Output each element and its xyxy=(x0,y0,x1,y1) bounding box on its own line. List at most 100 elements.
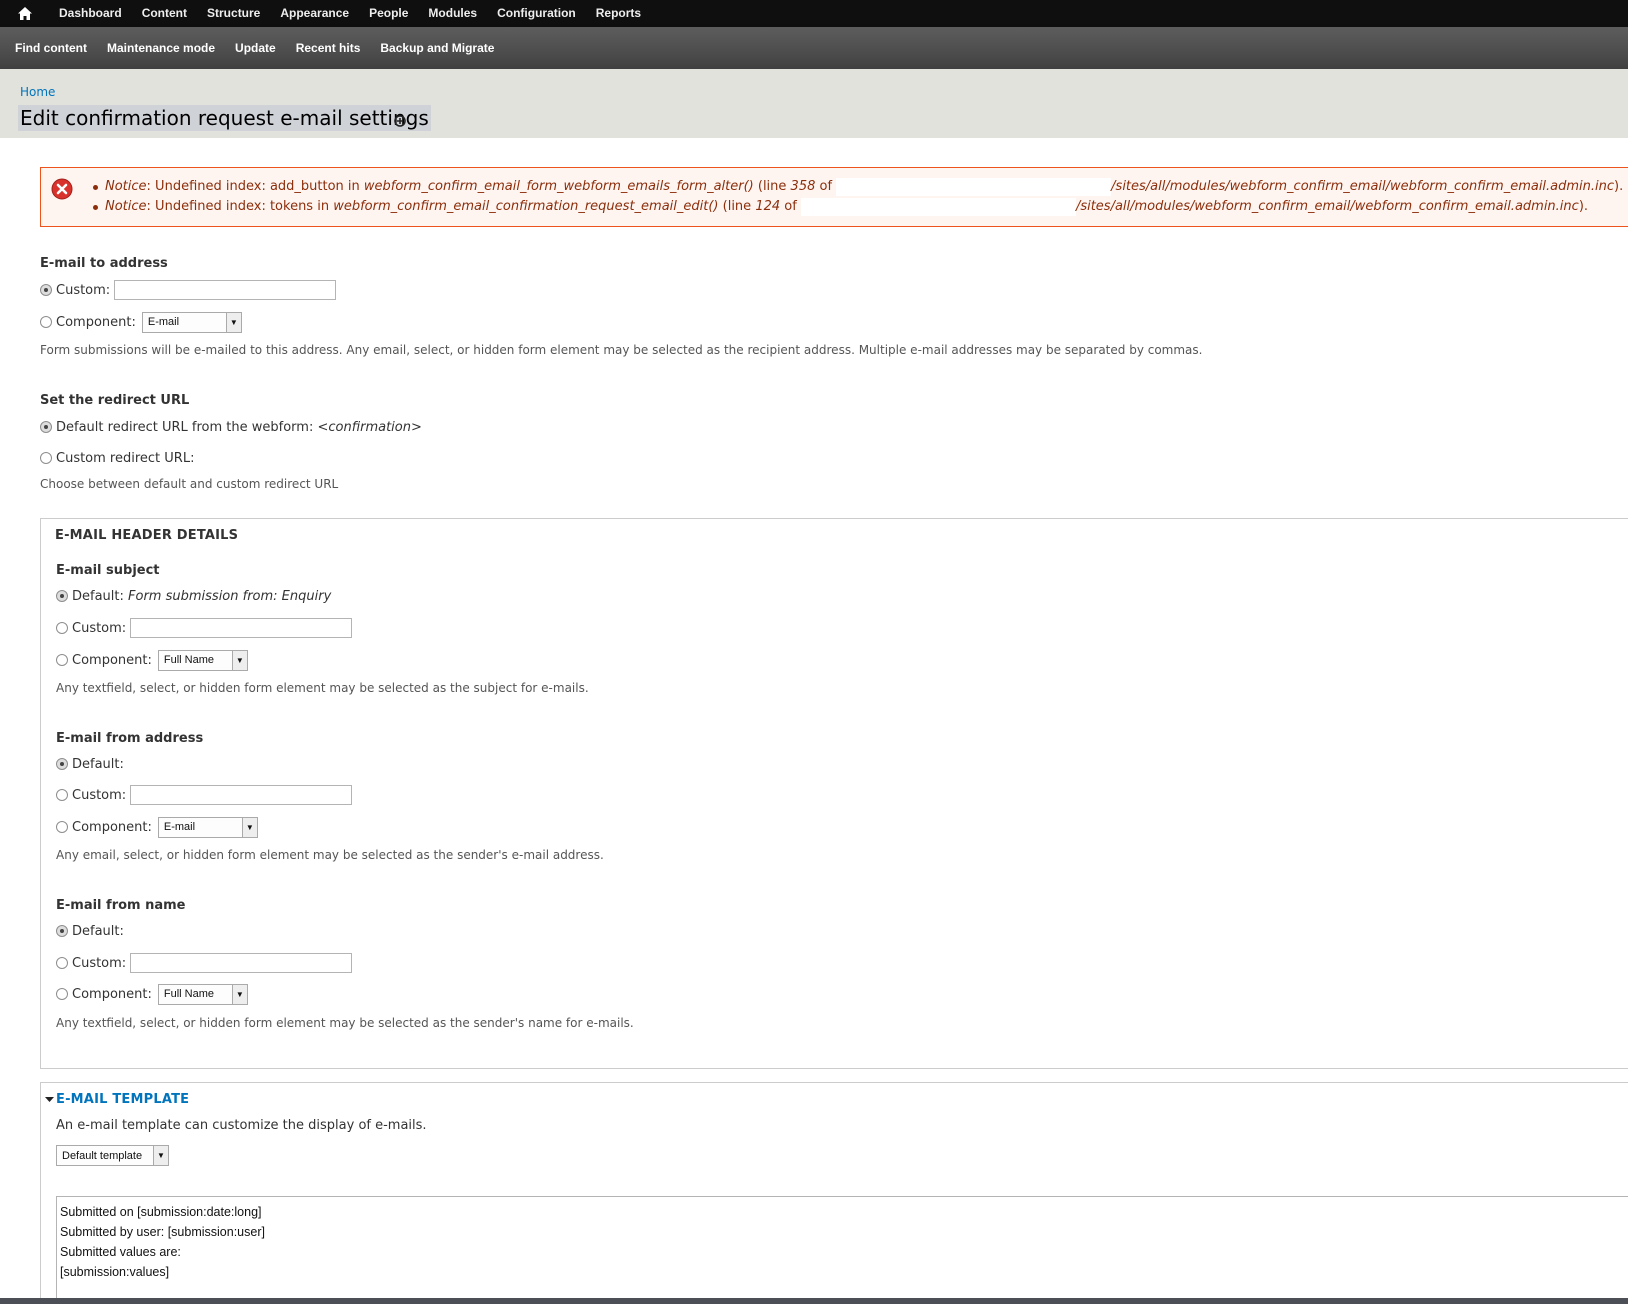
email-subject-label: E-mail subject xyxy=(56,563,160,578)
shortcut-maintenance-mode[interactable]: Maintenance mode xyxy=(97,41,225,55)
template-line: Submitted values are: xyxy=(60,1245,181,1259)
shortcut-update[interactable]: Update xyxy=(225,41,286,55)
template-description: An e-mail template can customize the dis… xyxy=(56,1118,427,1133)
from-address-component-radio[interactable] xyxy=(56,821,68,833)
toolbar-people[interactable]: People xyxy=(359,0,418,27)
error-icon xyxy=(51,178,73,200)
shortcut-find-content[interactable]: Find content xyxy=(0,41,97,55)
from-name-component-option[interactable]: Component: Full Name ▼ xyxy=(56,983,248,1005)
page-title: Edit confirmation request e-mail setting… xyxy=(18,105,431,131)
email-template-legend[interactable]: E-MAIL TEMPLATE xyxy=(45,1092,189,1107)
redirect-default-label: Default redirect URL from the webform: xyxy=(56,419,314,435)
from-address-default-label: Default: xyxy=(72,756,124,772)
email-template-legend-link[interactable]: E-MAIL TEMPLATE xyxy=(56,1092,189,1107)
from-address-default-radio[interactable] xyxy=(56,758,68,770)
from-address-custom-input[interactable] xyxy=(130,785,353,805)
shortcut-backup-and-migrate[interactable]: Backup and Migrate xyxy=(370,41,504,55)
window-bottom-edge xyxy=(0,1298,1628,1304)
toolbar-configuration[interactable]: Configuration xyxy=(487,0,586,27)
template-line: Submitted on [submission:date:long] xyxy=(60,1205,262,1219)
template-line: Submitted by user: [submission:user] xyxy=(60,1225,265,1239)
from-address-component-select[interactable]: E-mail ▼ xyxy=(157,816,258,838)
from-address-component-label: Component: xyxy=(72,819,152,835)
select-value: Default template xyxy=(62,1149,143,1162)
select-value: Full Name xyxy=(163,654,214,666)
email-from-name-label: E-mail from name xyxy=(56,898,186,913)
toolbar-structure[interactable]: Structure xyxy=(197,0,270,27)
shortcuts-bar: Find content Maintenance mode Update Rec… xyxy=(0,27,1628,69)
from-address-component-option[interactable]: Component: E-mail ▼ xyxy=(56,816,258,838)
from-address-default-option[interactable]: Default: xyxy=(56,753,124,775)
chevron-down-icon: ▼ xyxy=(241,817,257,837)
from-name-component-label: Component: xyxy=(72,986,152,1002)
subject-custom-label: Custom: xyxy=(72,620,127,636)
subject-custom-option[interactable]: Custom: xyxy=(56,617,353,639)
message-list: Notice: Undefined index: add_button in w… xyxy=(91,177,1623,217)
toolbar-appearance[interactable]: Appearance xyxy=(270,0,359,27)
from-address-description: Any email, select, or hidden form elemen… xyxy=(56,848,604,862)
redacted-path xyxy=(836,177,1112,196)
subject-default-radio[interactable] xyxy=(56,590,68,602)
subject-component-select[interactable]: Full Name ▼ xyxy=(157,649,248,671)
from-name-component-select[interactable]: Full Name ▼ xyxy=(157,983,248,1005)
email-to-description: Form submissions will be e-mailed to thi… xyxy=(40,343,1203,357)
subject-description: Any textfield, select, or hidden form el… xyxy=(56,681,589,695)
message-item: Notice: Undefined index: tokens in webfo… xyxy=(92,197,1623,217)
message-item: Notice: Undefined index: add_button in w… xyxy=(92,177,1623,197)
email-to-custom-option[interactable]: Custom: xyxy=(40,279,337,301)
redirect-default-option[interactable]: Default redirect URL from the webform: <… xyxy=(40,416,422,438)
template-select[interactable]: Default template ▼ xyxy=(56,1145,169,1166)
redirect-description: Choose between default and custom redire… xyxy=(40,477,339,491)
subject-default-option[interactable]: Default: Form submission from: Enquiry xyxy=(56,585,331,607)
from-name-custom-option[interactable]: Custom: xyxy=(56,952,353,974)
email-from-address-label: E-mail from address xyxy=(56,731,204,746)
redirect-default-radio[interactable] xyxy=(40,421,52,433)
email-to-component-label: Component: xyxy=(56,314,136,330)
template-textarea[interactable]: Submitted on [submission:date:long] Subm… xyxy=(56,1196,1628,1304)
toolbar-dashboard[interactable]: Dashboard xyxy=(49,0,132,27)
add-shortcut-icon[interactable] xyxy=(394,115,406,127)
from-address-custom-option[interactable]: Custom: xyxy=(56,784,353,806)
collapse-arrow-icon xyxy=(45,1097,54,1102)
from-name-description: Any textfield, select, or hidden form el… xyxy=(56,1016,634,1030)
redirect-label: Set the redirect URL xyxy=(40,393,190,408)
subject-default-value: Form submission from: Enquiry xyxy=(128,588,332,604)
breadcrumb-home-link[interactable]: Home xyxy=(20,85,55,99)
email-to-custom-label: Custom: xyxy=(56,282,111,298)
subject-default-label: Default: xyxy=(72,588,124,604)
page-header: Home Edit confirmation request e-mail se… xyxy=(0,69,1628,138)
toolbar-reports[interactable]: Reports xyxy=(586,0,651,27)
from-name-component-radio[interactable] xyxy=(56,988,68,1000)
shortcut-recent-hits[interactable]: Recent hits xyxy=(286,41,371,55)
admin-toolbar: Dashboard Content Structure Appearance P… xyxy=(0,0,1628,27)
from-name-default-option[interactable]: Default: xyxy=(56,920,124,942)
select-value: Full Name xyxy=(163,988,214,1000)
subject-custom-radio[interactable] xyxy=(56,622,68,634)
email-header-details-legend: E-MAIL HEADER DETAILS xyxy=(55,528,239,543)
subject-custom-input[interactable] xyxy=(130,618,353,638)
select-value: E-mail xyxy=(147,316,180,328)
home-icon[interactable] xyxy=(0,0,49,27)
email-to-custom-input[interactable] xyxy=(114,280,337,300)
redirect-default-value: <confirmation> xyxy=(317,419,422,435)
from-address-custom-label: Custom: xyxy=(72,787,127,803)
from-name-custom-radio[interactable] xyxy=(56,957,68,969)
template-line: [submission:values] xyxy=(60,1265,170,1279)
chevron-down-icon: ▼ xyxy=(153,1146,168,1165)
email-to-component-radio[interactable] xyxy=(40,316,52,328)
error-messages: Notice: Undefined index: add_button in w… xyxy=(40,167,1628,227)
email-to-component-select[interactable]: E-mail ▼ xyxy=(141,311,242,333)
redirect-custom-radio[interactable] xyxy=(40,452,52,464)
from-address-custom-radio[interactable] xyxy=(56,789,68,801)
redirect-custom-option[interactable]: Custom redirect URL: xyxy=(40,447,194,469)
subject-component-radio[interactable] xyxy=(56,654,68,666)
subject-component-option[interactable]: Component: Full Name ▼ xyxy=(56,649,248,671)
email-to-custom-radio[interactable] xyxy=(40,284,52,296)
email-to-component-option[interactable]: Component: E-mail ▼ xyxy=(40,311,242,333)
from-name-custom-input[interactable] xyxy=(130,953,353,973)
toolbar-content[interactable]: Content xyxy=(132,0,197,27)
from-name-custom-label: Custom: xyxy=(72,955,127,971)
toolbar-modules[interactable]: Modules xyxy=(418,0,487,27)
email-to-label: E-mail to address xyxy=(40,256,168,271)
from-name-default-radio[interactable] xyxy=(56,925,68,937)
